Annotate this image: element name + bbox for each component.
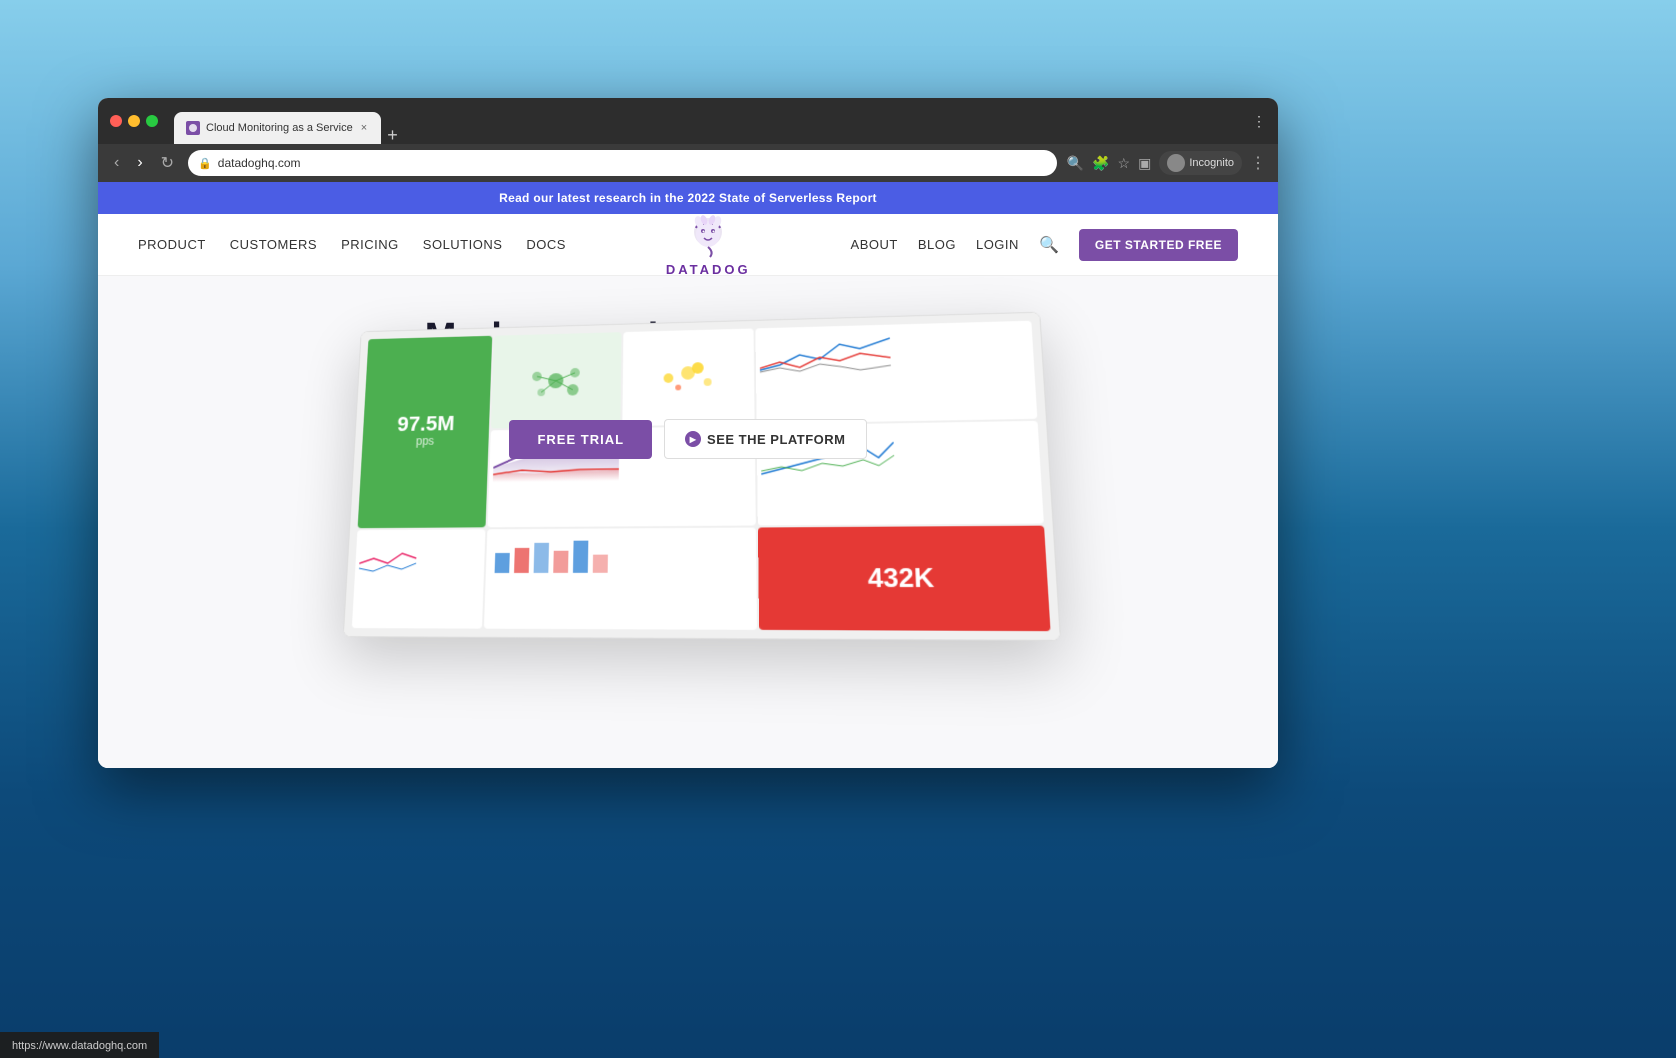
address-bar[interactable]: 🔒 datadoghq.com [188, 150, 1057, 176]
bookmark-icon[interactable]: ☆ [1118, 155, 1131, 172]
status-url: https://www.datadoghq.com [12, 1040, 147, 1052]
lock-icon: 🔒 [198, 157, 212, 170]
status-bar: https://www.datadoghq.com [0, 1032, 159, 1058]
traffic-lights [110, 115, 158, 127]
nav-links-left: PRODUCT CUSTOMERS PRICING SOLUTIONS DOCS [138, 237, 566, 252]
tab-close-button[interactable]: × [359, 120, 369, 136]
small-chart-1 [352, 529, 485, 629]
address-bar-right-icons: 🔍 🧩 ☆ ▣ Incognito ⋮ [1067, 151, 1266, 175]
nav-docs[interactable]: DOCS [526, 237, 566, 252]
nav-product[interactable]: PRODUCT [138, 237, 206, 252]
maximize-window-button[interactable] [146, 115, 158, 127]
dashboard-grid: 97.5M pps [344, 313, 1060, 640]
node-map-chart [527, 361, 585, 400]
bar-chart-svg [490, 532, 618, 573]
profile-name: Incognito [1189, 157, 1234, 169]
banner-text: Read our latest research in the 2022 Sta… [499, 191, 877, 205]
announcement-banner[interactable]: Read our latest research in the 2022 Sta… [98, 182, 1278, 214]
tab-sidebar-icon[interactable]: ▣ [1138, 155, 1151, 172]
metric-value-green: 97.5M [397, 413, 455, 435]
metric-unit-green: pps [416, 435, 435, 449]
minimize-window-button[interactable] [128, 115, 140, 127]
tab-favicon [186, 121, 200, 135]
website-content: Read our latest research in the 2022 Sta… [98, 182, 1278, 768]
active-tab[interactable]: Cloud Monitoring as a Service × [174, 112, 381, 144]
nav-links-right: ABOUT BLOG LOGIN 🔍 GET STARTED FREE [851, 229, 1238, 261]
profile-button[interactable]: Incognito [1159, 151, 1242, 175]
extensions-icon[interactable]: 🧩 [1092, 155, 1109, 172]
scatter-chart [654, 353, 723, 402]
free-trial-button[interactable]: FREE TRIAL [509, 420, 652, 459]
nav-customers[interactable]: CUSTOMERS [230, 237, 317, 252]
search-icon[interactable]: 🔍 [1039, 235, 1059, 255]
small-chart-svg-1 [359, 533, 418, 573]
nav-about[interactable]: ABOUT [851, 237, 898, 252]
hero-buttons: FREE TRIAL ▶ SEE THE PLATFORM [509, 419, 866, 459]
metric-cell-green: 97.5M pps [358, 336, 492, 528]
node-map-cell [491, 332, 621, 429]
close-window-button[interactable] [110, 115, 122, 127]
nav-blog[interactable]: BLOG [918, 237, 956, 252]
logo-icon [684, 212, 732, 260]
play-icon: ▶ [685, 431, 701, 447]
nav-pricing[interactable]: PRICING [341, 237, 399, 252]
nav-login[interactable]: LOGIN [976, 237, 1019, 252]
main-nav: PRODUCT CUSTOMERS PRICING SOLUTIONS DOCS [98, 214, 1278, 276]
bar-chart-cell [484, 527, 758, 630]
browser-window: Cloud Monitoring as a Service × + ⋮ ‹ › … [98, 98, 1278, 768]
metric-value-red: 432K [867, 562, 934, 595]
tab-bar: Cloud Monitoring as a Service × + [174, 98, 1244, 144]
search-icon[interactable]: 🔍 [1067, 155, 1084, 172]
see-platform-label: SEE THE PLATFORM [707, 432, 845, 447]
logo-text: DATADOG [666, 262, 751, 277]
tab-title: Cloud Monitoring as a Service [206, 122, 353, 134]
more-options-icon[interactable]: ⋮ [1252, 113, 1266, 130]
line-chart-svg [760, 328, 892, 375]
address-text: datadoghq.com [218, 156, 301, 170]
logo[interactable]: DATADOG [666, 212, 751, 277]
metric-cell-red: 432K [758, 525, 1050, 631]
reload-button[interactable]: ↻ [157, 151, 178, 175]
address-bar-row: ‹ › ↻ 🔒 datadoghq.com 🔍 🧩 ☆ ▣ Incognito … [98, 144, 1278, 182]
line-chart-top [756, 321, 1038, 424]
see-platform-button[interactable]: ▶ SEE THE PLATFORM [664, 419, 866, 459]
hero-section: Modern monitoring & security See inside … [98, 276, 1278, 768]
nav-solutions[interactable]: SOLUTIONS [423, 237, 503, 252]
browser-menu-button[interactable]: ⋮ [1250, 153, 1266, 173]
dashboard-mockup: 97.5M pps [343, 312, 1061, 641]
back-button[interactable]: ‹ [110, 152, 123, 174]
browser-chrome: Cloud Monitoring as a Service × + ⋮ [98, 98, 1278, 144]
scatter-plot-cell [622, 328, 755, 426]
get-started-button[interactable]: GET STARTED FREE [1079, 229, 1238, 261]
forward-button[interactable]: › [133, 152, 146, 174]
browser-controls-right: ⋮ [1252, 113, 1266, 130]
new-tab-button[interactable]: + [387, 126, 398, 144]
avatar [1167, 154, 1185, 172]
